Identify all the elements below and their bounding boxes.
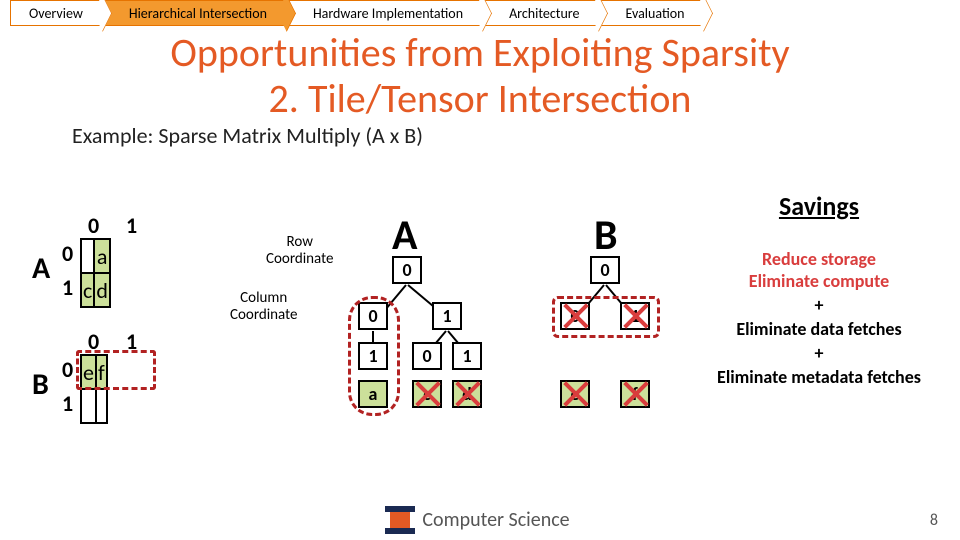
col-coord-label: Column Coordinate xyxy=(230,290,297,323)
matrix-a-row0: 0 xyxy=(62,240,73,267)
a-val-a: a xyxy=(358,380,388,408)
cell-b11 xyxy=(96,389,107,423)
a-l0: 0 xyxy=(358,302,388,330)
b-r: 1 xyxy=(620,302,650,330)
savings-plus2: + xyxy=(704,342,934,364)
footer: Computer Science xyxy=(0,506,960,534)
row-coord-label: Row Coordinate xyxy=(266,234,333,267)
cell-a00 xyxy=(81,239,94,273)
page-number: 8 xyxy=(930,511,938,530)
a-val-d: d xyxy=(452,380,482,408)
matrix-b-row0: 0 xyxy=(62,356,73,383)
savings-l1: Reduce storage xyxy=(704,248,934,270)
matrix-a-col1: 1 xyxy=(126,212,137,239)
a-root: 0 xyxy=(392,256,422,284)
matrix-b-label: B xyxy=(32,366,49,403)
footer-text: Computer Science xyxy=(422,508,569,532)
matrix-b-col0: 0 xyxy=(88,328,99,355)
a-r-l: 0 xyxy=(412,342,442,370)
b-l: 0 xyxy=(560,302,590,330)
nav-evaluation[interactable]: Evaluation xyxy=(599,0,704,26)
matrix-b-col1: 1 xyxy=(126,328,137,355)
savings-l3: Eliminate data fetches xyxy=(704,318,934,340)
savings-panel: Savings Reduce storage Eliminate compute… xyxy=(704,190,934,390)
breadcrumb: Overview Hierarchical Intersection Hardw… xyxy=(0,0,960,26)
nav-architecture[interactable]: Architecture xyxy=(483,0,599,26)
illinois-logo-icon xyxy=(390,506,410,534)
b-root: 0 xyxy=(590,256,620,284)
matrix-a-label: A xyxy=(32,250,50,287)
a-r1: 1 xyxy=(432,302,462,330)
b-val-f: f xyxy=(620,380,650,408)
matrix-a-col0: 0 xyxy=(88,212,99,239)
cell-a10: c xyxy=(81,273,94,307)
nav-overview[interactable]: Overview xyxy=(10,0,103,26)
savings-l4: Eliminate metadata fetches xyxy=(704,366,934,388)
a-r-r: 1 xyxy=(452,342,482,370)
a-l-leaf: 1 xyxy=(358,342,388,370)
b-val-e: e xyxy=(560,380,590,408)
example-label: Example: Sparse Matrix Multiply (A x B) xyxy=(72,122,960,149)
title-line2: 2. Tile/Tensor Intersection xyxy=(269,74,692,123)
title-line1: Opportunities from Exploiting Sparsity xyxy=(170,28,789,77)
nav-hierarchical[interactable]: Hierarchical Intersection xyxy=(103,0,287,26)
cell-b00: e xyxy=(81,355,96,389)
savings-plus1: + xyxy=(704,294,934,316)
cell-b01: f xyxy=(96,355,107,389)
tree-area: Row Coordinate Column Coordinate A 0 0 1… xyxy=(276,224,716,454)
cell-a11: d xyxy=(94,273,110,307)
cell-b10 xyxy=(81,389,96,423)
savings-l2: Eliminate compute xyxy=(704,270,934,292)
tree-a-label: A xyxy=(392,210,417,261)
nav-hardware[interactable]: Hardware Implementation xyxy=(287,0,483,26)
cell-a01: a xyxy=(94,239,110,273)
savings-heading: Savings xyxy=(704,190,934,222)
tree-b-label: B xyxy=(594,210,618,261)
matrix-a-row1: 1 xyxy=(62,274,73,301)
matrix-b-row1: 1 xyxy=(62,390,73,417)
page-title: Opportunities from Exploiting Sparsity 2… xyxy=(0,30,960,122)
a-val-c: c xyxy=(412,380,442,408)
